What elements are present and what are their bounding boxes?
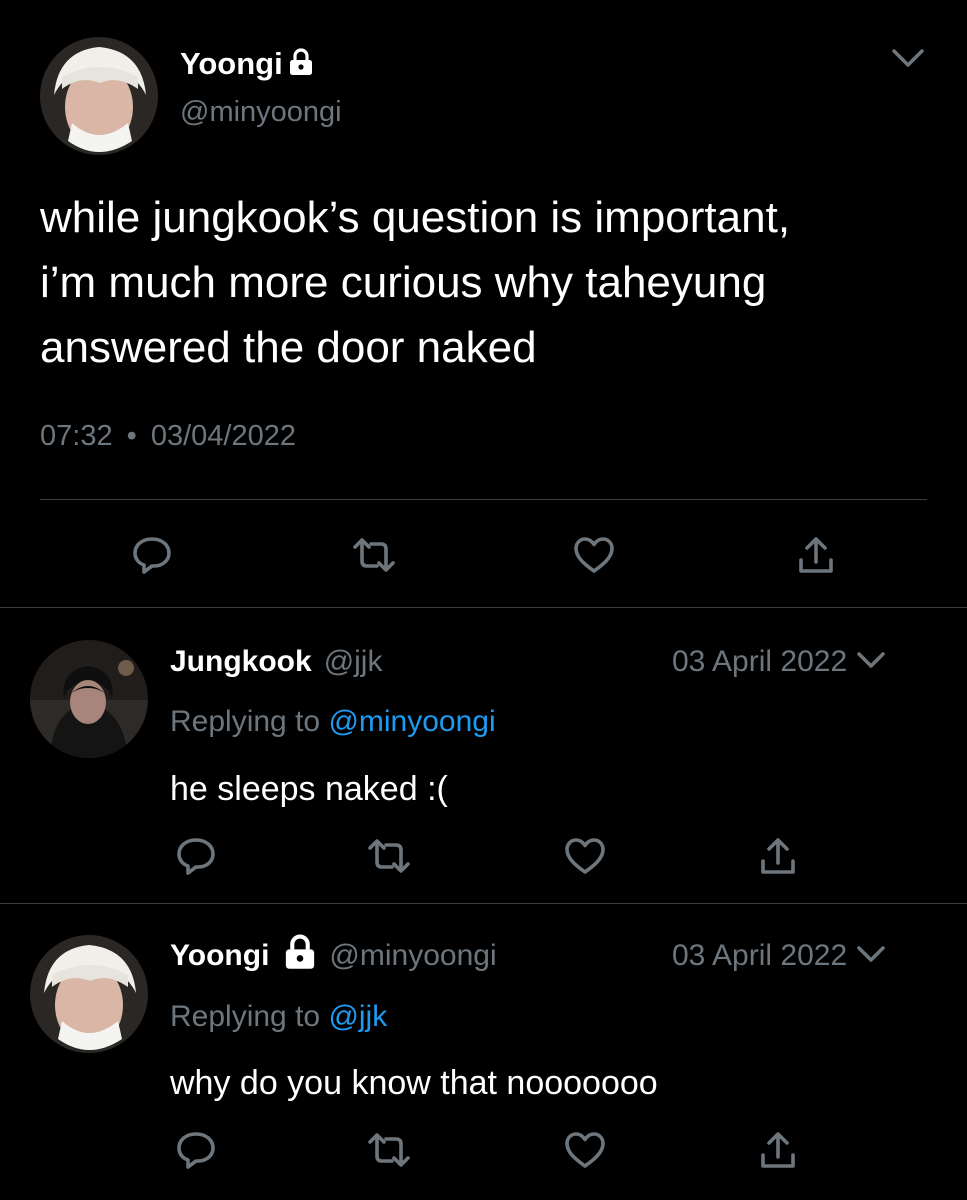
avatar[interactable] <box>30 640 148 758</box>
replying-to-handle[interactable]: @jjk <box>328 1000 387 1033</box>
tweet-text-line: i’m much more curious why taheyung <box>40 258 767 307</box>
tweet-text-line: while jungkook’s question is important, <box>40 193 791 242</box>
tweet-date[interactable]: 03 April 2022 <box>672 939 847 973</box>
chevron-down-icon[interactable] <box>855 649 887 676</box>
reply-icon[interactable] <box>131 535 173 575</box>
handle[interactable]: @minyoongi <box>329 939 496 973</box>
reply-icon[interactable] <box>175 1130 217 1170</box>
like-icon[interactable] <box>563 836 607 876</box>
display-name[interactable]: Yoongi <box>180 46 283 82</box>
lock-icon <box>288 47 314 81</box>
chevron-down-icon[interactable] <box>855 943 887 970</box>
retweet-icon[interactable] <box>351 535 397 575</box>
share-icon[interactable] <box>758 835 798 877</box>
divider <box>0 607 967 608</box>
replying-to-label: Replying to <box>170 705 321 738</box>
replying-to-label: Replying to <box>170 1000 321 1033</box>
time: 07:32 <box>40 420 113 452</box>
timestamp: 07:32 • 03/04/2022 <box>40 420 296 453</box>
handle[interactable]: @minyoongi <box>180 96 342 129</box>
replying-to: Replying to @minyoongi <box>170 705 496 739</box>
tweet-text: while jungkook’s question is important, … <box>40 185 790 380</box>
divider <box>40 499 927 500</box>
date: 03/04/2022 <box>150 420 297 452</box>
separator: • <box>126 420 137 452</box>
chevron-down-icon[interactable] <box>888 44 928 72</box>
tweet-date[interactable]: 03 April 2022 <box>672 645 847 679</box>
replying-to: Replying to @jjk <box>170 1000 387 1034</box>
lock-icon <box>283 934 317 978</box>
retweet-icon[interactable] <box>366 836 412 876</box>
retweet-icon[interactable] <box>366 1130 412 1170</box>
tweet-text: he sleeps naked :( <box>170 770 448 808</box>
avatar[interactable] <box>30 935 148 1053</box>
handle[interactable]: @jjk <box>324 645 383 679</box>
divider <box>0 903 967 904</box>
share-icon[interactable] <box>758 1129 798 1171</box>
share-icon[interactable] <box>796 534 836 576</box>
replying-to-handle[interactable]: @minyoongi <box>328 705 495 738</box>
reply-icon[interactable] <box>175 836 217 876</box>
like-icon[interactable] <box>563 1130 607 1170</box>
avatar[interactable] <box>40 37 158 155</box>
display-name[interactable]: Jungkook <box>170 645 312 679</box>
display-name[interactable]: Yoongi <box>170 939 269 973</box>
tweet-text: why do you know that nooooooo <box>170 1064 658 1102</box>
tweet-text-line: answered the door naked <box>40 323 537 372</box>
like-icon[interactable] <box>572 535 616 575</box>
